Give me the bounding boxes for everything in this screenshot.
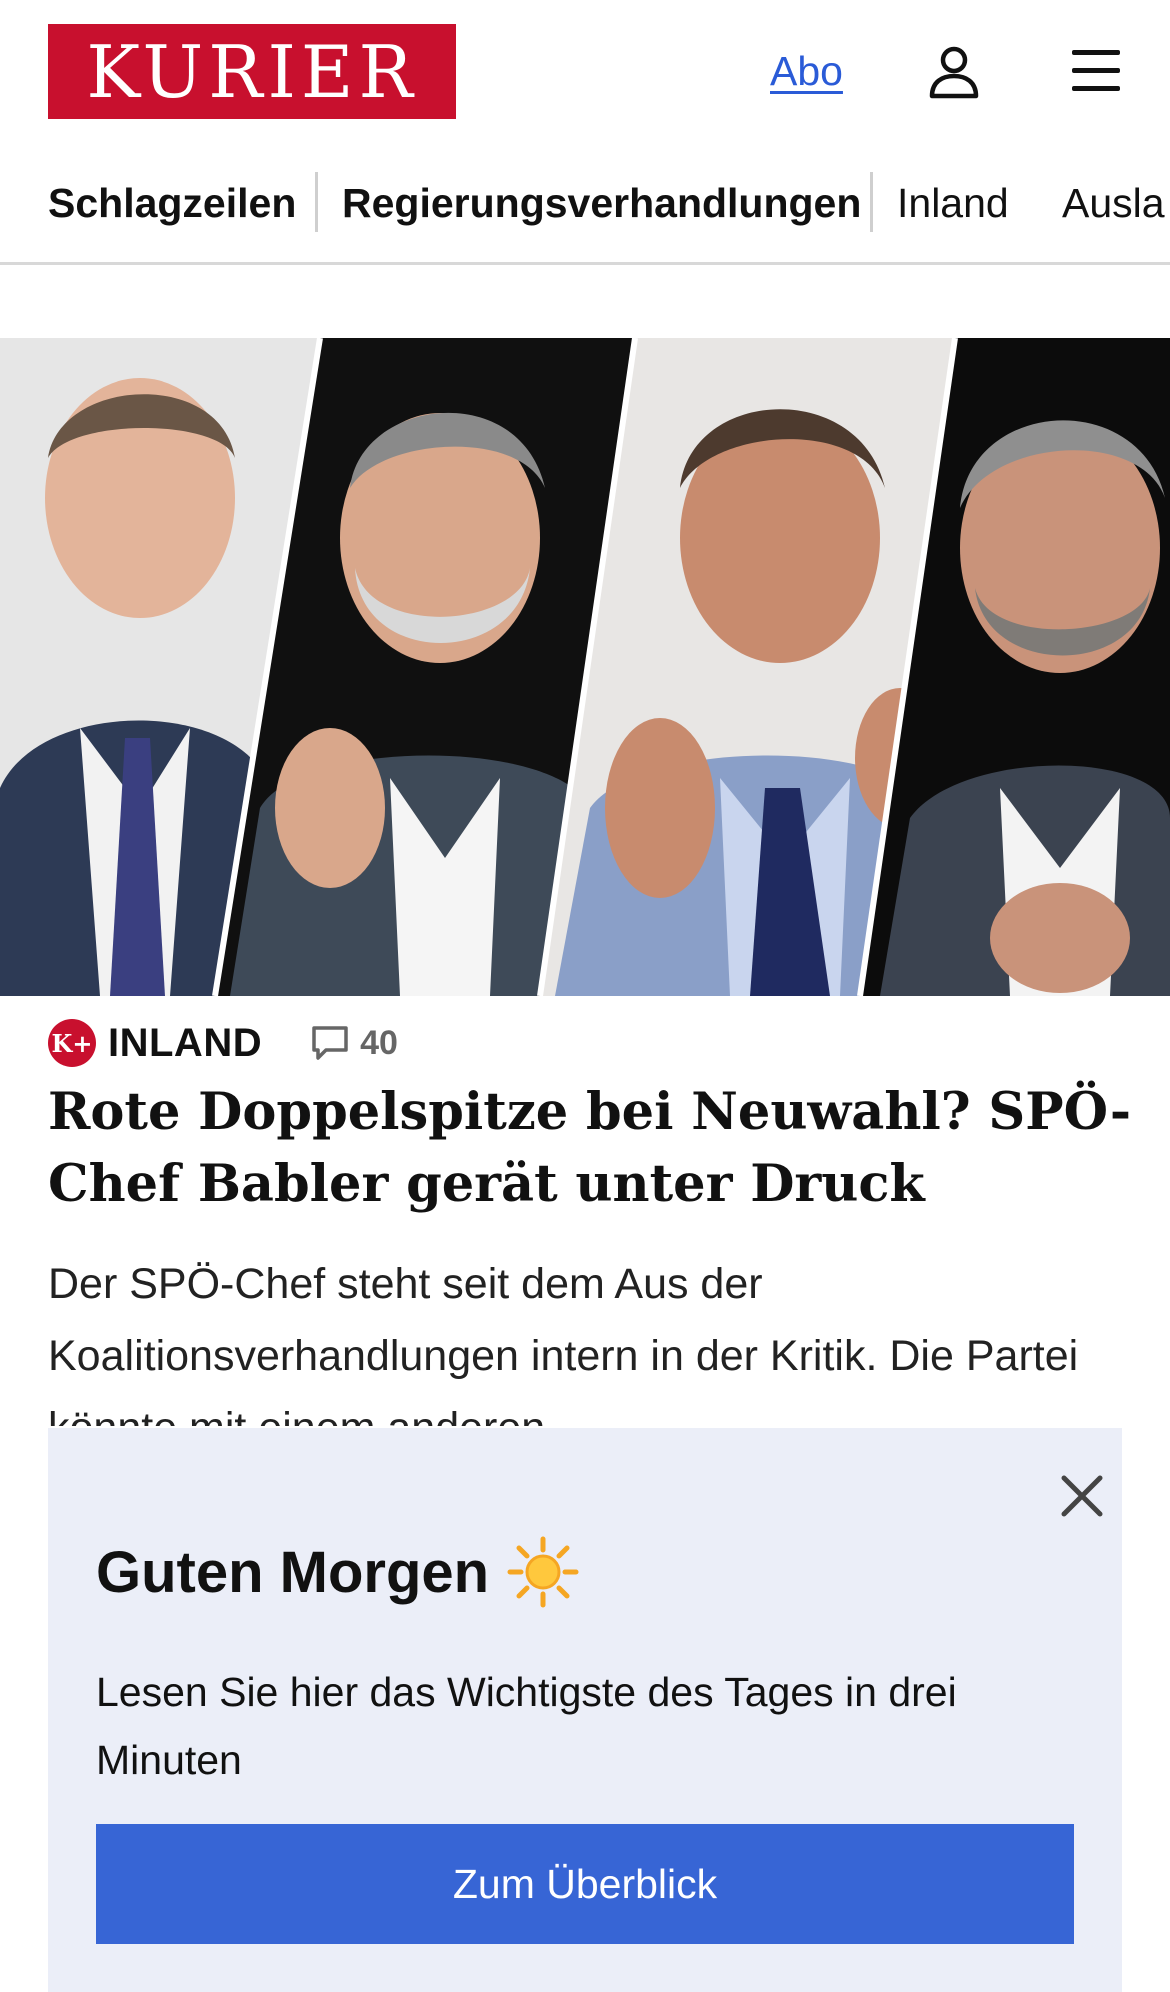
overview-button[interactable]: Zum Überblick (96, 1824, 1074, 1944)
abo-link[interactable]: Abo (770, 48, 843, 95)
morning-briefing-overlay: Guten Morgen Lesen Sie hier das Wichtigs… (48, 1428, 1122, 1992)
comment-count[interactable]: 40 (360, 1024, 398, 1063)
article-hero-image[interactable] (0, 338, 1170, 996)
overlay-title: Guten Morgen (96, 1539, 490, 1605)
category-nav: Schlagzeilen Regierungsverhandlungen Inl… (0, 160, 1170, 265)
close-icon[interactable] (1048, 1462, 1116, 1530)
overlay-title-row: Guten Morgen (96, 1536, 579, 1608)
comment-icon[interactable] (310, 1023, 350, 1063)
nav-divider (315, 172, 318, 232)
site-header: KURIER Abo (0, 0, 1170, 145)
section-label[interactable]: INLAND (108, 1021, 262, 1066)
nav-item-regierungsverhandlungen[interactable]: Regierungsverhandlungen (342, 180, 861, 227)
nav-divider (870, 172, 873, 232)
nav-item-ausland[interactable]: Ausla (1062, 180, 1165, 227)
overlay-description: Lesen Sie hier das Wichtigste des Tages … (96, 1669, 957, 1783)
kurier-logo[interactable]: KURIER (48, 24, 456, 119)
nav-item-schlagzeilen[interactable]: Schlagzeilen (48, 180, 296, 227)
article-headline[interactable]: Rote Doppelspitze bei Neuwahl? SPÖ-Chef … (48, 1076, 1138, 1220)
sun-icon (507, 1536, 579, 1608)
kplus-badge-icon: K+ (48, 1019, 96, 1067)
nav-item-inland[interactable]: Inland (897, 180, 1009, 227)
article-meta: K+ INLAND 40 (48, 1018, 398, 1068)
user-icon[interactable] (928, 45, 980, 99)
menu-icon[interactable] (1070, 48, 1122, 94)
article-teaser[interactable]: Der SPÖ-Chef steht seit dem Aus der Koal… (48, 1248, 1128, 1426)
